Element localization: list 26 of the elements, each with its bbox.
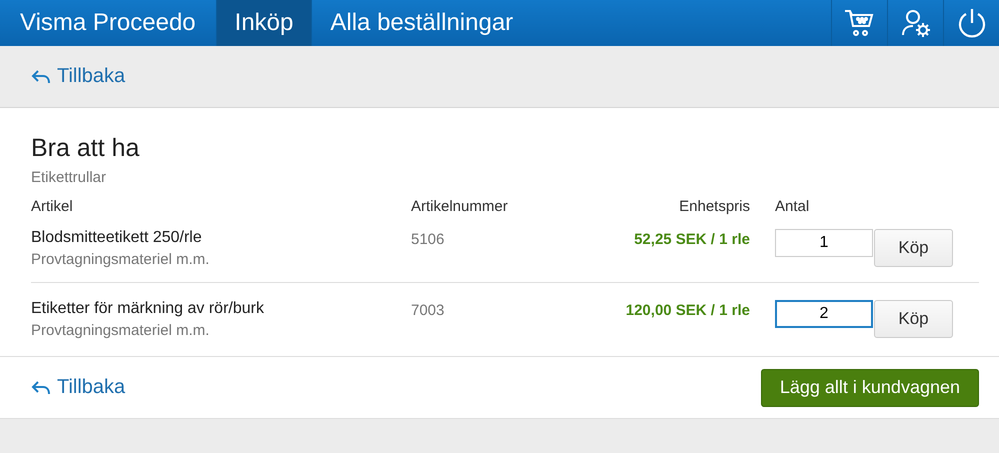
brand-name[interactable]: Visma Proceedo — [0, 0, 216, 46]
back-arrow-icon — [31, 68, 51, 84]
back-link[interactable]: Tillbaka — [31, 376, 126, 399]
article-number: 7003 — [411, 301, 446, 319]
column-header: Artikelnummer — [411, 198, 509, 215]
back-link[interactable]: Tillbaka — [31, 65, 126, 88]
quantity-field[interactable]: 2 — [775, 300, 873, 328]
column-header: Enhetspris — [678, 198, 750, 215]
unit-price: 120,00 SEK / 1 rle — [624, 301, 750, 319]
buy-button[interactable]: Köp — [874, 300, 953, 338]
article-name: Etiketter för märkning av rör/burk — [31, 300, 265, 318]
quantity-field[interactable]: 1 — [775, 229, 873, 257]
article-name: Blodsmitteetikett 250/rle — [31, 229, 203, 247]
nav-tab[interactable]: Alla beställningar — [311, 0, 532, 46]
list-subtitle: Etikettrullar — [31, 169, 108, 186]
nav-tab[interactable]: Inköp — [216, 0, 312, 46]
back-arrow-icon — [31, 380, 51, 396]
buy-button[interactable]: Köp — [874, 229, 953, 267]
article-number: 5106 — [411, 230, 446, 248]
unit-price: 52,25 SEK / 1 rle — [633, 230, 750, 248]
article-category: Provtagningsmateriel m.m. — [31, 322, 210, 339]
column-header: Antal — [774, 198, 810, 215]
list-title: Bra att ha — [31, 134, 140, 163]
column-header: Artikel — [31, 198, 74, 215]
article-category: Provtagningsmateriel m.m. — [31, 251, 210, 268]
add-all-to-cart-button[interactable]: Lägg allt i kundvagnen — [760, 368, 979, 406]
